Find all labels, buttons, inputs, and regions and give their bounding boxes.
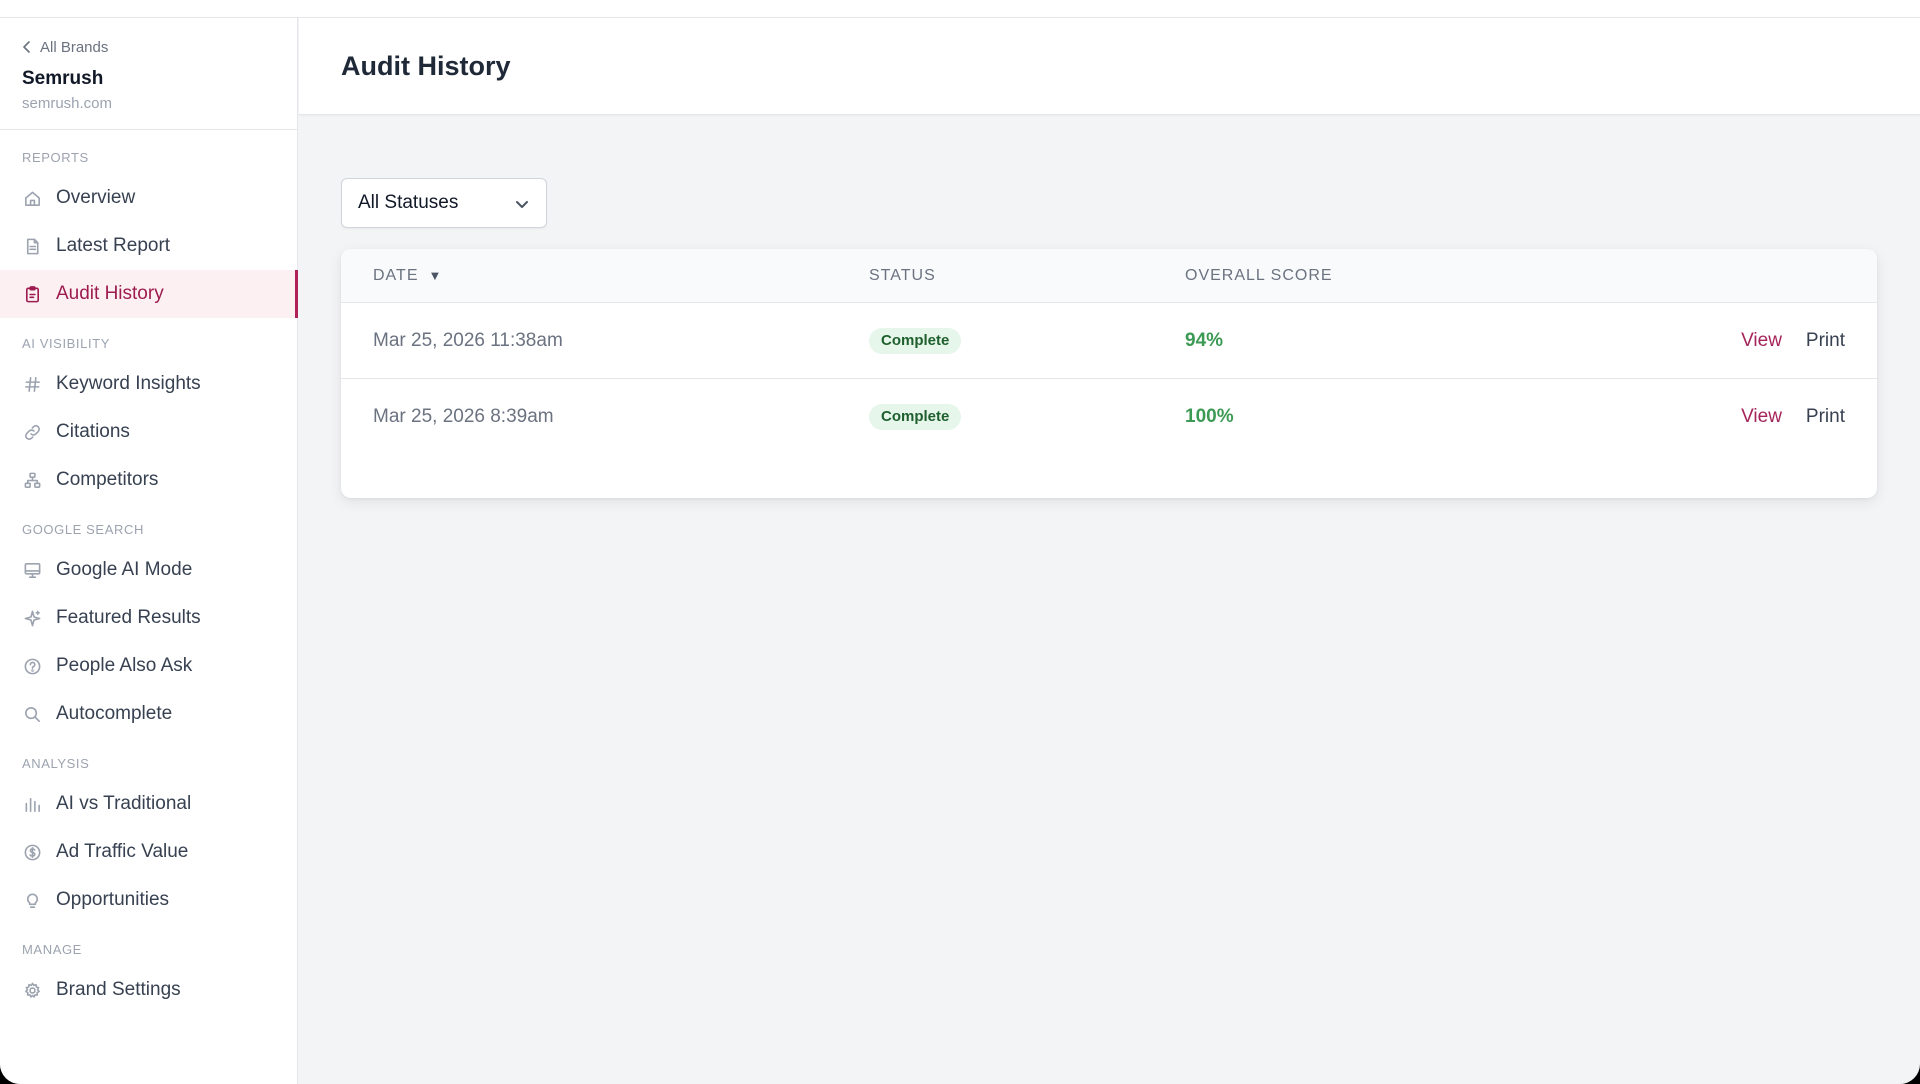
table-row: Mar 25, 2026 8:39am Complete 100% View Print xyxy=(341,379,1877,455)
monitor-icon xyxy=(22,560,42,580)
sidebar-item-keyword-insights[interactable]: Keyword Insights xyxy=(0,360,297,408)
sidebar-item-ad-traffic-value[interactable]: Ad Traffic Value xyxy=(0,828,297,876)
nav-section-reports: REPORTS Overview Latest Report Audit Histor… xyxy=(0,130,298,318)
sidebar-item-label: AI vs Traditional xyxy=(56,793,192,814)
sidebar-item-label: Citations xyxy=(56,421,130,442)
sidebar-item-label: Latest Report xyxy=(56,235,171,256)
table-body: Mar 25, 2026 11:38am Complete 94% View Print… xyxy=(341,303,1877,455)
brand-header: All Brands Semrush semrush.com xyxy=(0,18,297,130)
all-brands-link[interactable]: All Brands xyxy=(22,38,297,56)
nav-section-google-search: GOOGLE SEARCH Google AI Mode Featured Resu… xyxy=(0,504,297,738)
sidebar-item-people-also-ask[interactable]: People Also Ask xyxy=(0,642,297,690)
gear-icon xyxy=(22,980,42,1000)
sidebar-item-google-ai-mode[interactable]: Google AI Mode xyxy=(0,546,297,594)
sort-desc-icon: ▼ xyxy=(428,268,443,283)
sidebar-item-autocomplete[interactable]: Autocomplete xyxy=(0,690,297,738)
sidebar-item-label: Audit History xyxy=(56,283,164,304)
sidebar-item-overview[interactable]: Overview xyxy=(0,174,297,222)
sidebar-item-label: Autocomplete xyxy=(56,703,173,724)
status-cell: Complete xyxy=(869,303,962,379)
status-column-header: STATUS xyxy=(869,267,936,284)
sparkle-icon xyxy=(22,608,42,628)
print-link[interactable]: Print xyxy=(1806,406,1845,428)
sidebar-item-latest-report[interactable]: Latest Report xyxy=(0,222,297,270)
app-window: All Brands Semrush semrush.com REPORTS Ov… xyxy=(0,0,1920,1084)
score-column-header: OVERALL SCORE xyxy=(1185,267,1333,284)
status-filter-value: All Statuses xyxy=(358,192,459,213)
question-circle-icon xyxy=(22,656,42,676)
sidebar-item-label: Google AI Mode xyxy=(56,559,193,580)
view-link[interactable]: View xyxy=(1741,330,1782,352)
sidebar-item-label: Ad Traffic Value xyxy=(56,841,189,862)
sidebar-item-featured-results[interactable]: Featured Results xyxy=(0,594,297,642)
section-label: MANAGE xyxy=(22,942,82,957)
table-row: Mar 25, 2026 11:38am Complete 94% View Print xyxy=(341,303,1877,379)
dollar-circle-icon xyxy=(22,842,42,862)
section-label: REPORTS xyxy=(22,150,89,165)
nav-section-ai-visibility: AI VISIBILITY Keyword Insights Citations Co… xyxy=(0,318,297,504)
back-link-label: All Brands xyxy=(40,38,109,56)
lightbulb-icon xyxy=(22,890,42,910)
page-title: Audit History xyxy=(341,50,511,81)
document-icon xyxy=(22,236,42,256)
sidebar-item-label: Featured Results xyxy=(56,607,201,628)
brand-name: Semrush xyxy=(22,68,104,89)
nav-section-analysis: ANALYSIS AI vs Traditional Ad Traffic Valu… xyxy=(0,738,297,924)
section-label: GOOGLE SEARCH xyxy=(22,522,144,537)
link-icon xyxy=(22,422,42,442)
sidebar-item-opportunities[interactable]: Opportunities xyxy=(0,876,297,924)
sidebar-item-audit-history[interactable]: Audit History xyxy=(0,270,298,318)
clipboard-icon xyxy=(22,284,42,304)
view-link[interactable]: View xyxy=(1741,406,1782,428)
status-badge: Complete xyxy=(869,328,962,354)
sidebar-item-competitors[interactable]: Competitors xyxy=(0,456,297,504)
audit-history-table: DATE ▼ STATUS OVERALL SCORE Mar 25, 2026 … xyxy=(341,249,1877,498)
date-cell: Mar 25, 2026 11:38am xyxy=(373,330,563,351)
chevron-left-icon xyxy=(23,41,30,53)
sidebar-item-label: People Also Ask xyxy=(56,655,193,676)
page-header: Audit History xyxy=(299,18,1920,115)
sidebar-item-label: Opportunities xyxy=(56,889,170,910)
status-cell: Complete xyxy=(869,379,962,455)
hash-icon xyxy=(22,374,42,394)
sidebar-item-label: Competitors xyxy=(56,469,159,490)
sidebar-nav: REPORTS Overview Latest Report Audit Histor… xyxy=(0,130,298,1014)
top-bar xyxy=(0,0,1920,18)
status-filter-select[interactable]: All Statuses xyxy=(341,178,547,228)
date-column-header[interactable]: DATE ▼ xyxy=(373,249,442,303)
score-cell: 94% xyxy=(1185,330,1224,351)
brand-domain: semrush.com xyxy=(22,95,113,112)
status-badge: Complete xyxy=(869,404,962,430)
print-link[interactable]: Print xyxy=(1806,330,1845,352)
table-header: DATE ▼ STATUS OVERALL SCORE xyxy=(341,249,1877,303)
search-icon xyxy=(22,704,42,724)
bar-chart-icon xyxy=(22,794,42,814)
sidebar-item-label: Keyword Insights xyxy=(56,373,201,394)
row-actions: View Print xyxy=(1741,379,1845,455)
score-cell: 100% xyxy=(1185,406,1234,427)
row-actions: View Print xyxy=(1741,303,1845,379)
hierarchy-icon xyxy=(22,470,42,490)
section-label: AI VISIBILITY xyxy=(22,336,110,351)
sidebar-item-brand-settings[interactable]: Brand Settings xyxy=(0,966,297,1014)
sidebar-item-label: Brand Settings xyxy=(56,979,181,1000)
main-content: Audit History All Statuses DATE ▼ STATUS … xyxy=(299,18,1920,1084)
home-icon xyxy=(22,188,42,208)
sidebar-item-citations[interactable]: Citations xyxy=(0,408,297,456)
date-cell: Mar 25, 2026 8:39am xyxy=(373,406,554,427)
sidebar: All Brands Semrush semrush.com REPORTS Ov… xyxy=(0,18,298,1084)
nav-section-manage: MANAGE Brand Settings xyxy=(0,924,297,1014)
section-label: ANALYSIS xyxy=(22,756,90,771)
sidebar-item-label: Overview xyxy=(56,187,136,208)
date-header-label: DATE xyxy=(373,267,419,284)
chevron-down-icon xyxy=(514,196,530,212)
sidebar-item-ai-vs-traditional[interactable]: AI vs Traditional xyxy=(0,780,297,828)
